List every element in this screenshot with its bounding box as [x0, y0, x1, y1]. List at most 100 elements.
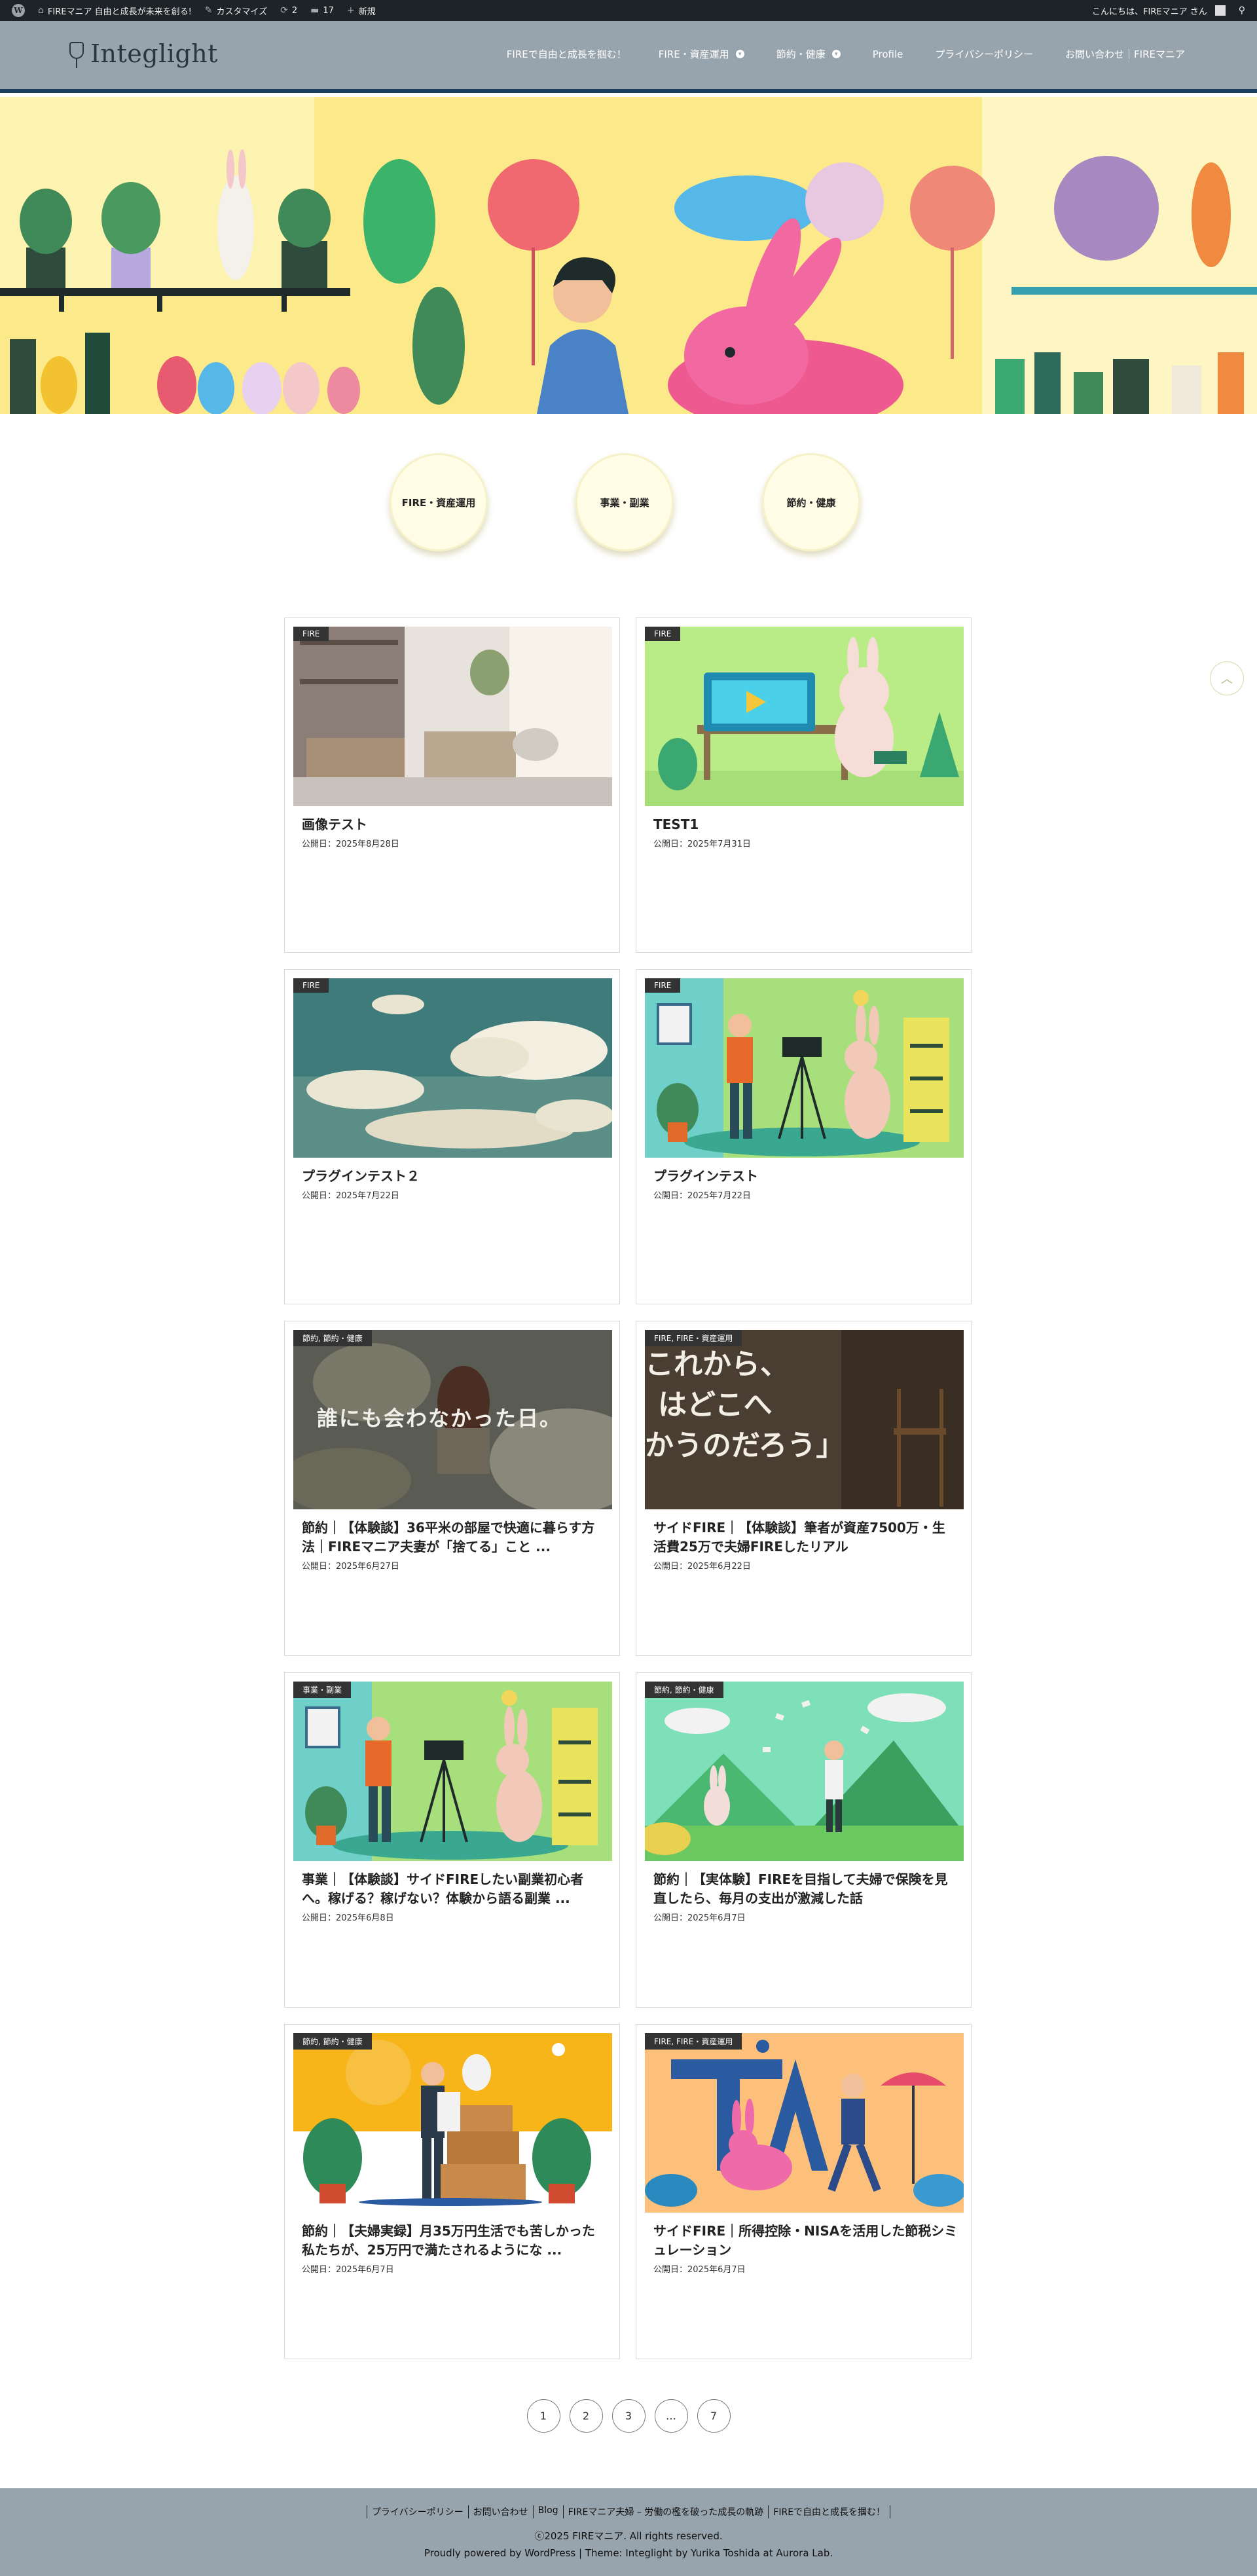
post-date: 公開日：2025年6月7日 [653, 2265, 746, 2275]
update-icon: ⟳ [280, 5, 288, 16]
site-footer: プライバシーポリシー お問い合わせ Blog FIREマニア夫婦 – 労働の檻を… [0, 2488, 1257, 2576]
post-thumbnail [293, 2033, 612, 2213]
nav-item-fire[interactable]: FIRE・資産運用 ▾ [659, 47, 744, 61]
footer-link-contact[interactable]: お問い合わせ [467, 2505, 533, 2518]
post-title[interactable]: 節約｜【夫婦実録】月35万円生活でも苦しかった私たちが、25万円で満たされるよう… [302, 2222, 606, 2260]
post-date: 公開日：2025年7月22日 [653, 1191, 751, 1201]
footer-link-privacy[interactable]: プライバシーポリシー [366, 2505, 468, 2518]
wp-logo-menu[interactable]: W [5, 0, 31, 21]
footer-powered-by: Proudly powered by WordPress | Theme: In… [424, 2547, 833, 2559]
post-title[interactable]: TEST1 [653, 815, 958, 834]
chevron-down-icon: ▾ [735, 50, 744, 58]
post-title[interactable]: サイドFIRE｜所得控除・NISAを活用した節税シミュレーション [653, 2222, 958, 2260]
post-date: 公開日：2025年6月22日 [653, 1562, 751, 1572]
post-thumbnail [293, 627, 612, 806]
post-card[interactable]: これから、 はどこへ かうのだろう」 FIRE, FIRE・資産運用 サイドFI… [636, 1321, 972, 1656]
post-date: 公開日：2025年6月7日 [653, 1913, 746, 1923]
post-category-badge[interactable]: 事業・副業 [293, 1682, 352, 1698]
site-logo[interactable]: Integlight [68, 38, 218, 69]
nav-item-saving[interactable]: 節約・健康 ▾ [776, 47, 841, 61]
post-category-badge[interactable]: FIRE, FIRE・資産運用 [645, 1330, 742, 1346]
footer-link-home[interactable]: FIREで自由と成長を掴む！ [768, 2505, 891, 2518]
category-saving-health[interactable]: 節約・健康 [762, 453, 860, 551]
admin-account[interactable]: こんにちは、FIREマニア さん [1085, 0, 1232, 21]
page-2-button[interactable]: 2 [569, 2399, 603, 2433]
wordpress-icon: W [12, 4, 25, 17]
post-category-badge[interactable]: FIRE [293, 627, 329, 641]
post-card[interactable]: FIRE, FIRE・資産運用 サイドFIRE｜所得控除・NISAを活用した節税… [636, 2024, 972, 2359]
footer-link-about[interactable]: FIREマニア夫婦 – 労働の檻を破った成長の軌跡 [562, 2505, 769, 2518]
hero-banner [0, 97, 1257, 414]
nav-item-privacy[interactable]: プライバシーポリシー [935, 47, 1033, 61]
post-title[interactable]: プラグインテスト [653, 1167, 958, 1186]
post-card[interactable]: FIRE プラグインテスト２ 公開日：2025年7月22日 [284, 969, 620, 1304]
main-nav: FIREで自由と成長を掴む！ FIRE・資産運用 ▾ 節約・健康 ▾ Profile… [507, 47, 1185, 61]
plus-icon: + [346, 5, 355, 16]
post-title[interactable]: 節約｜【実体験】FIREを目指して夫婦で保険を見直したら、毎月の支出が激減した話 [653, 1870, 958, 1908]
post-thumbnail [645, 1682, 964, 1861]
post-category-badge[interactable]: 節約, 節約・健康 [645, 1682, 723, 1698]
site-header: Integlight FIREで自由と成長を掴む！ FIRE・資産運用 ▾ 節約・… [0, 21, 1257, 93]
post-thumbnail [293, 978, 612, 1158]
nav-item-home[interactable]: FIREで自由と成長を掴む！ [507, 47, 627, 61]
category-business[interactable]: 事業・副業 [575, 453, 674, 551]
post-date: 公開日：2025年7月22日 [302, 1191, 399, 1201]
post-thumbnail: 誰にも会わなかった日。 [293, 1330, 612, 1509]
post-thumbnail [293, 1682, 612, 1861]
chevron-up-icon: ︿ [1221, 672, 1233, 686]
logo-icon [68, 38, 85, 69]
chevron-down-icon: ▾ [831, 50, 841, 58]
post-card[interactable]: FIRE プラグインテスト 公開日：2025年7月22日 [636, 969, 972, 1304]
admin-site-name[interactable]: ⌂ FIREマニア 自由と成長が未来を創る! [31, 0, 198, 21]
brush-icon: ✎ [204, 5, 213, 16]
post-date: 公開日：2025年8月28日 [302, 839, 399, 849]
admin-customize[interactable]: ✎ カスタマイズ [198, 0, 274, 21]
post-date: 公開日：2025年6月27日 [302, 1562, 399, 1572]
footer-link-blog[interactable]: Blog [532, 2505, 563, 2518]
admin-new[interactable]: + 新規 [340, 0, 382, 21]
post-thumbnail [645, 627, 964, 806]
post-category-badge[interactable]: FIRE [645, 978, 681, 993]
admin-comments[interactable]: ▬ 17 [304, 0, 340, 21]
post-card[interactable]: FIRE 画像テスト 公開日：2025年8月28日 [284, 617, 620, 953]
search-icon: ⚲ [1238, 5, 1245, 16]
admin-updates[interactable]: ⟳ 2 [274, 0, 304, 21]
post-thumbnail: これから、 はどこへ かうのだろう」 [645, 1330, 964, 1509]
post-date: 公開日：2025年6月7日 [302, 2265, 394, 2275]
page-3-button[interactable]: 3 [611, 2399, 646, 2433]
post-card[interactable]: 節約, 節約・健康 節約｜【夫婦実録】月35万円生活でも苦しかった私たちが、25… [284, 2024, 620, 2359]
thumbnail-caption: 誰にも会わなかった日。 [317, 1406, 562, 1431]
page-1-button[interactable]: 1 [526, 2399, 560, 2433]
post-card[interactable]: 誰にも会わなかった日。 節約, 節約・健康 節約｜【体験談】36平米の部屋で快適… [284, 1321, 620, 1656]
comment-icon: ▬ [310, 5, 319, 16]
post-date: 公開日：2025年7月31日 [653, 839, 751, 849]
post-category-badge[interactable]: 節約, 節約・健康 [293, 2033, 372, 2050]
post-title[interactable]: プラグインテスト２ [302, 1167, 606, 1186]
scroll-top-button[interactable]: ︿ [1210, 661, 1244, 695]
footer-copyright: ⓒ2025 FIREマニア. All rights reserved. [534, 2530, 723, 2542]
footer-links: プライバシーポリシー お問い合わせ Blog FIREマニア夫婦 – 労働の檻を… [0, 2505, 1257, 2518]
page-ellipsis: … [654, 2399, 688, 2433]
post-title[interactable]: 画像テスト [302, 815, 606, 834]
post-card[interactable]: 節約, 節約・健康 節約｜【実体験】FIREを目指して夫婦で保険を見直したら、毎… [636, 1672, 972, 2008]
post-category-badge[interactable]: 節約, 節約・健康 [293, 1330, 372, 1346]
nav-item-contact[interactable]: お問い合わせ｜FIREマニア [1065, 47, 1185, 61]
post-card[interactable]: FIRE TEST1 公開日：2025年7月31日 [636, 617, 972, 953]
nav-item-profile[interactable]: Profile [873, 47, 903, 61]
admin-bar: W ⌂ FIREマニア 自由と成長が未来を創る! ✎ カスタマイズ ⟳ 2 ▬ 17 +… [0, 0, 1257, 21]
logo-text: Integlight [90, 39, 218, 68]
post-category-badge[interactable]: FIRE [293, 978, 329, 993]
post-category-badge[interactable]: FIRE, FIRE・資産運用 [645, 2033, 742, 2050]
post-card[interactable]: 事業・副業 事業｜【体験談】サイドFIREしたい副業初心者へ。稼げる？稼げない？… [284, 1672, 620, 2008]
hero-illustration [0, 97, 1257, 414]
post-title[interactable]: サイドFIRE｜【体験談】筆者が資産7500万・生活費25万で夫婦FIREしたリ… [653, 1518, 958, 1556]
avatar [1214, 5, 1226, 16]
post-thumbnail [645, 2033, 964, 2213]
post-thumbnail [645, 978, 964, 1158]
post-title[interactable]: 節約｜【体験談】36平米の部屋で快適に暮らす方法｜FIREマニア夫妻が「捨てる」… [302, 1518, 606, 1556]
page-7-button[interactable]: 7 [697, 2399, 731, 2433]
post-title[interactable]: 事業｜【体験談】サイドFIREしたい副業初心者へ。稼げる？稼げない？体験から語る… [302, 1870, 606, 1908]
post-category-badge[interactable]: FIRE [645, 627, 681, 641]
category-fire-investment[interactable]: FIRE・資産運用 [390, 453, 488, 551]
admin-search[interactable]: ⚲ [1232, 0, 1252, 21]
